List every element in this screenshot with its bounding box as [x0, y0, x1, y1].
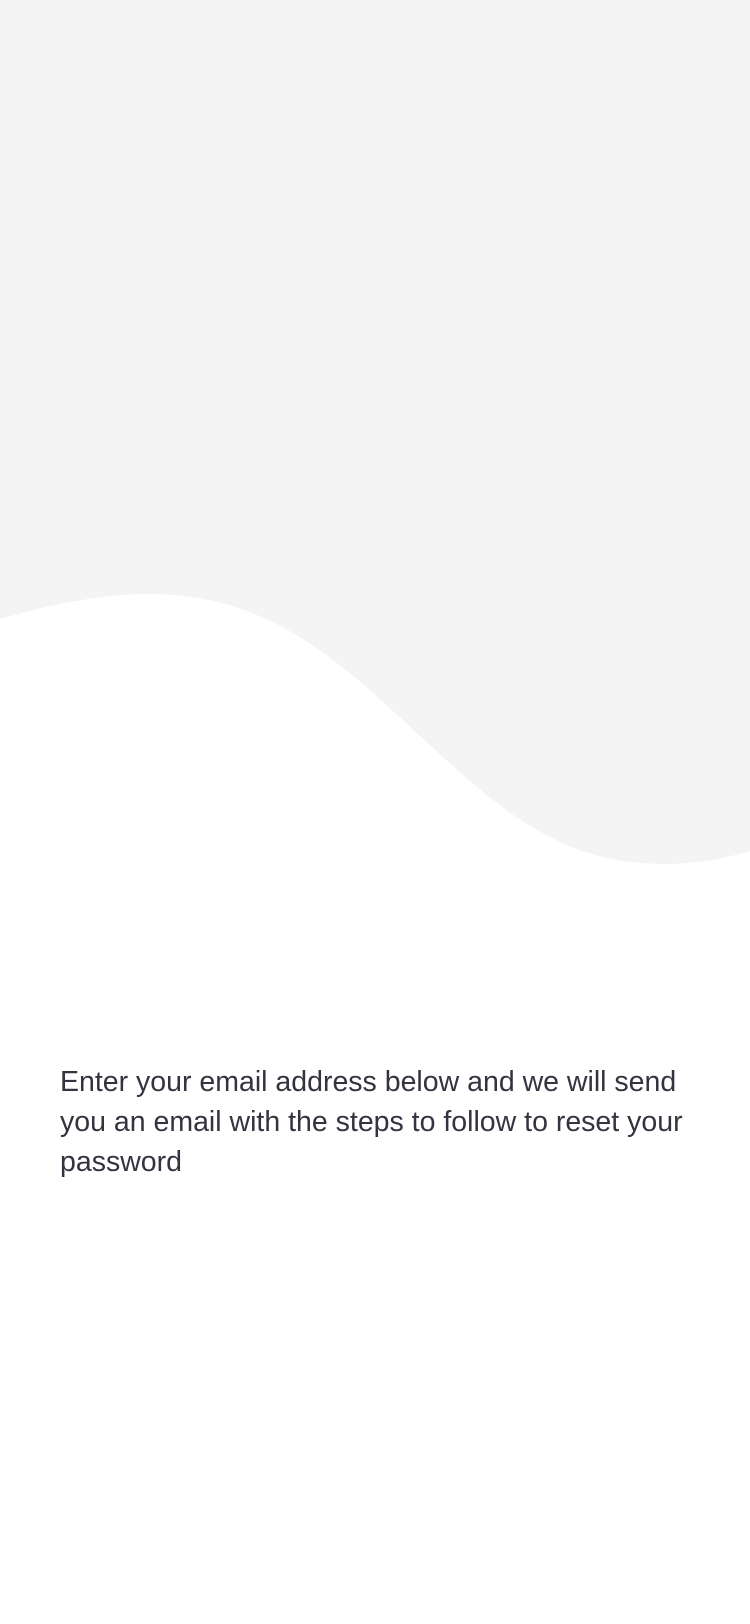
header-wave-background — [0, 0, 750, 864]
wave-shape — [0, 0, 750, 864]
reset-password-instructions: Enter your email address below and we wi… — [60, 1066, 683, 1178]
